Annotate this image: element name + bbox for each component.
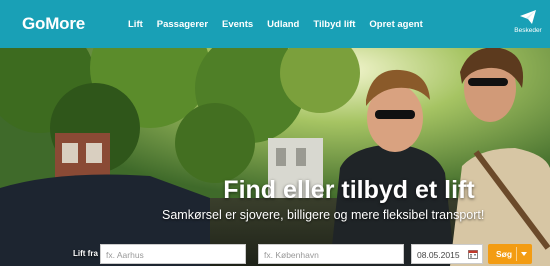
from-input[interactable]: fx. Aarhus (100, 244, 246, 264)
nav-item-opret-agent[interactable]: Opret agent (369, 19, 422, 30)
nav-item-passagerer[interactable]: Passagerer (157, 19, 208, 30)
messages-label: Beskeder (514, 27, 542, 34)
calendar-icon[interactable] (468, 249, 478, 259)
paper-plane-icon (520, 10, 536, 24)
button-divider (516, 247, 517, 261)
hero-photo (0, 48, 550, 266)
search-label: Lift fra (73, 249, 98, 258)
nav-item-udland[interactable]: Udland (267, 19, 299, 30)
lift-search-form: Lift fra fx. Aarhus fx. København 08.05.… (0, 244, 550, 266)
date-input[interactable]: 08.05.2015 (411, 244, 483, 264)
gomore-logo[interactable]: GoMore (22, 14, 85, 34)
chevron-down-icon[interactable] (521, 252, 527, 256)
nav-item-lift[interactable]: Lift (128, 19, 143, 30)
hero-subline: Samkørsel er sjovere, billigere og mere … (162, 208, 485, 222)
top-navigation-bar: GoMore Lift Passagerer Events Udland Til… (0, 0, 550, 48)
to-input[interactable]: fx. København (258, 244, 404, 264)
date-value: 08.05.2015 (417, 250, 460, 260)
search-button[interactable]: Søg (488, 244, 532, 264)
search-button-label: Søg (496, 249, 513, 259)
messages-button[interactable]: Beskeder (510, 10, 546, 34)
hero-headline: Find eller tilbyd et lift (223, 176, 475, 204)
hero-section: Find eller tilbyd et lift Samkørsel er s… (0, 48, 550, 266)
nav-item-tilbyd-lift[interactable]: Tilbyd lift (313, 19, 355, 30)
main-nav: Lift Passagerer Events Udland Tilbyd lif… (128, 19, 423, 30)
nav-item-events[interactable]: Events (222, 19, 253, 30)
